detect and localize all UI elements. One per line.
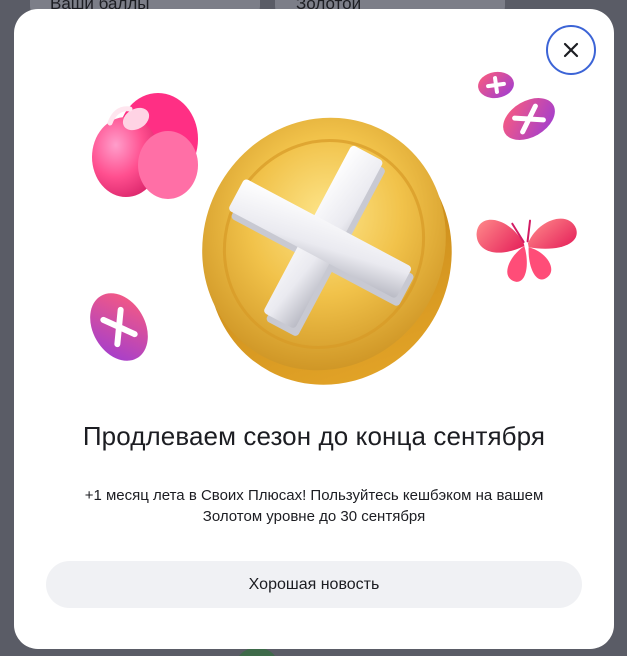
background-avatar: [235, 648, 279, 656]
pink-flower: [92, 93, 198, 199]
gold-plus-coin: [202, 117, 452, 385]
modal-title: Продлеваем сезон до конца сентября: [82, 421, 546, 451]
promo-illustration: [90, 71, 577, 385]
small-plus-token: [503, 98, 555, 140]
modal-subtitle: +1 месяц лета в Своих Плюсах! Пользуйтес…: [84, 487, 544, 525]
small-plus-token: [90, 293, 148, 361]
good-news-button[interactable]: Хорошая новость: [46, 561, 582, 608]
promo-modal: Продлеваем сезон до конца сентября +1 ме…: [14, 9, 614, 649]
pink-butterfly: [476, 218, 577, 282]
small-plus-token: [478, 71, 514, 99]
